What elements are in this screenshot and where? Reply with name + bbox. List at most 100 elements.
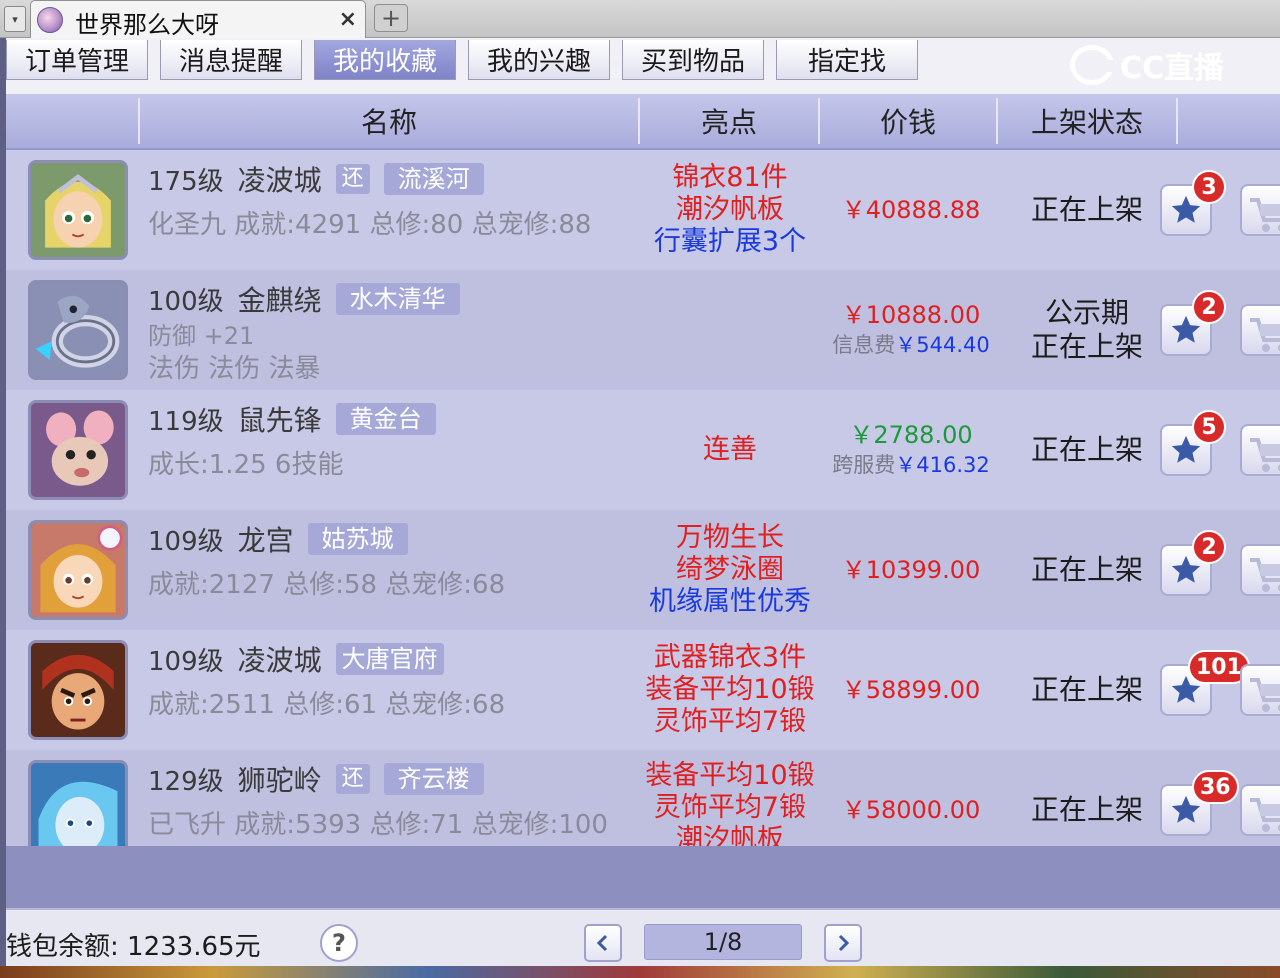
header-status: 上架状态 <box>1030 106 1143 139</box>
server-tag: 流溪河 <box>383 163 484 195</box>
item-price-cell: ￥58000.00 <box>818 750 1004 846</box>
item-status: 正在上架 <box>1030 553 1143 586</box>
item-level: 175级 <box>148 166 224 197</box>
table-row[interactable]: 175级 凌波城 还 流溪河 化圣九 成就:4291 总修:80 总宠修:88 … <box>6 150 1280 270</box>
tab-menu-button[interactable]: ▾ <box>4 6 26 32</box>
item-status: 正在上架 <box>1030 433 1143 466</box>
item-fee: 信息费￥544.40 <box>832 330 989 360</box>
item-title: 109级 凌波城 大唐官府 <box>148 642 444 677</box>
favorite-button[interactable]: 101 <box>1160 650 1250 716</box>
new-tab-button[interactable]: + <box>374 4 408 32</box>
server-tag: 齐云楼 <box>383 763 484 795</box>
highlight-text: 装备平均10锻 <box>645 674 815 705</box>
tab-purchased[interactable]: 买到物品 <box>622 40 764 80</box>
tab-title: 世界那么大呀 <box>75 11 219 39</box>
tab-messages[interactable]: 消息提醒 <box>160 40 302 80</box>
add-to-cart-button[interactable] <box>1240 184 1280 236</box>
avatar-blue-icon <box>31 763 125 846</box>
favorite-count-badge: 36 <box>1192 770 1239 804</box>
item-school: 狮驼岭 <box>237 764 322 797</box>
favorite-button[interactable]: 36 <box>1160 770 1239 836</box>
item-stats-secondary: 法伤 法伤 法暴 <box>148 354 321 384</box>
add-to-cart-button[interactable] <box>1240 784 1280 836</box>
item-status-cell: 正在上架 <box>1004 630 1170 750</box>
item-level: 109级 <box>148 526 224 557</box>
browser-tab-strip: ▾ 世界那么大呀 × + <box>0 0 1280 39</box>
item-level: 100级 <box>148 286 224 317</box>
item-title: 129级 狮驼岭 还 齐云楼 <box>148 762 484 797</box>
chevron-down-icon: ▾ <box>12 12 18 26</box>
tab-interests[interactable]: 我的兴趣 <box>468 40 610 80</box>
table-row[interactable]: 109级 龙宫 姑苏城 成就:2127 总修:58 总宠修:68 万物生长 绮梦… <box>6 510 1280 630</box>
cc-logo-icon <box>1070 45 1115 85</box>
tab-specified-search[interactable]: 指定找 <box>776 40 918 80</box>
item-avatar[interactable] <box>28 280 128 380</box>
favorite-button[interactable]: 3 <box>1160 170 1226 236</box>
favorites-list: 175级 凌波城 还 流溪河 化圣九 成就:4291 总修:80 总宠修:88 … <box>6 150 1280 846</box>
table-row[interactable]: 109级 凌波城 大唐官府 成就:2511 总修:61 总宠修:68 武器锦衣3… <box>6 630 1280 750</box>
item-status: 正在上架 <box>1030 673 1143 706</box>
header-name: 名称 <box>360 106 417 139</box>
item-highlights: 连善 <box>642 396 818 504</box>
add-to-cart-button[interactable] <box>1240 304 1280 356</box>
favorite-button[interactable]: 2 <box>1160 530 1226 596</box>
cart-icon <box>1250 798 1280 832</box>
table-row[interactable]: 119级 鼠先锋 黄金台 成长:1.25 6技能 连善 ￥2788.00 跨服费… <box>6 390 1280 510</box>
favorite-button[interactable]: 2 <box>1160 290 1226 356</box>
character-avatar[interactable] <box>28 640 128 740</box>
item-price-cell: ￥58899.00 <box>818 630 1004 750</box>
chevron-left-icon <box>596 934 608 952</box>
cart-icon <box>1250 318 1280 352</box>
pet-avatar[interactable] <box>28 400 128 500</box>
item-level: 119级 <box>148 406 224 437</box>
highlight-text: 锦衣81件 <box>672 162 788 193</box>
tab-orders[interactable]: 订单管理 <box>6 40 148 80</box>
header-highlight: 亮点 <box>700 106 757 139</box>
table-row[interactable]: 129级 狮驼岭 还 齐云楼 已飞升 成就:5393 总修:71 总宠修:100… <box>6 750 1280 846</box>
add-to-cart-button[interactable] <box>1240 544 1280 596</box>
character-avatar[interactable] <box>28 160 128 260</box>
highlight-text: 潮汐帆板 <box>676 194 784 225</box>
cart-icon <box>1250 438 1280 472</box>
item-stats: 成长:1.25 6技能 <box>148 450 344 480</box>
item-stats: 成就:2127 总修:58 总宠修:68 <box>148 570 506 600</box>
item-title: 119级 鼠先锋 黄金台 <box>148 402 436 437</box>
game-scene-strip <box>0 966 1280 978</box>
page-indicator: 1/8 <box>644 924 802 960</box>
avatar-girl-icon <box>31 523 125 617</box>
item-highlights: 武器锦衣3件 装备平均10锻 灵饰平均7锻 <box>642 636 818 744</box>
avatar-ring-icon <box>31 283 125 377</box>
character-avatar[interactable] <box>28 520 128 620</box>
favorite-button[interactable]: 5 <box>1160 410 1226 476</box>
favorite-count-badge: 3 <box>1192 170 1226 204</box>
highlight-text: 机缘属性优秀 <box>649 586 811 617</box>
server-tag: 水木清华 <box>335 283 460 315</box>
logo-text: CC直播 <box>1120 51 1225 86</box>
item-status-cell: 正在上架 <box>1004 390 1170 510</box>
close-icon[interactable]: × <box>339 7 357 32</box>
character-avatar[interactable] <box>28 760 128 846</box>
item-price: ￥10399.00 <box>841 556 981 584</box>
prev-page-button[interactable] <box>584 924 622 962</box>
item-status-cell: 正在上架 <box>1004 510 1170 630</box>
item-status-cell: 正在上架 <box>1004 150 1170 270</box>
item-status: 正在上架 <box>1030 193 1143 226</box>
table-row[interactable]: 100级 金麒绕 水木清华 防御 +21 法伤 法伤 法暴 ￥10888.00 … <box>6 270 1280 390</box>
highlight-text: 灵饰平均7锻 <box>653 706 807 737</box>
trade-window: 订单管理 消息提醒 我的收藏 我的兴趣 买到物品 指定找 CC直播 名称 亮点 … <box>6 38 1280 978</box>
next-page-button[interactable] <box>824 924 862 962</box>
highlight-text: 潮汐帆板 <box>676 824 784 846</box>
highlight-text: 武器锦衣3件 <box>653 642 807 673</box>
item-price-cell: ￥40888.88 <box>818 150 1004 270</box>
favorite-count-badge: 5 <box>1192 410 1226 444</box>
item-school: 凌波城 <box>237 164 322 197</box>
browser-tab[interactable]: 世界那么大呀 × <box>30 0 366 39</box>
item-highlights: 装备平均10锻 灵饰平均7锻 潮汐帆板 <box>642 760 818 846</box>
tab-favorites[interactable]: 我的收藏 <box>314 40 456 80</box>
help-button[interactable]: ? <box>320 924 358 962</box>
add-to-cart-button[interactable] <box>1240 424 1280 476</box>
item-fee: 跨服费￥416.32 <box>832 450 989 480</box>
add-to-cart-button[interactable] <box>1240 664 1280 716</box>
header-price: 价钱 <box>879 106 936 139</box>
favorite-count-badge: 2 <box>1192 530 1226 564</box>
